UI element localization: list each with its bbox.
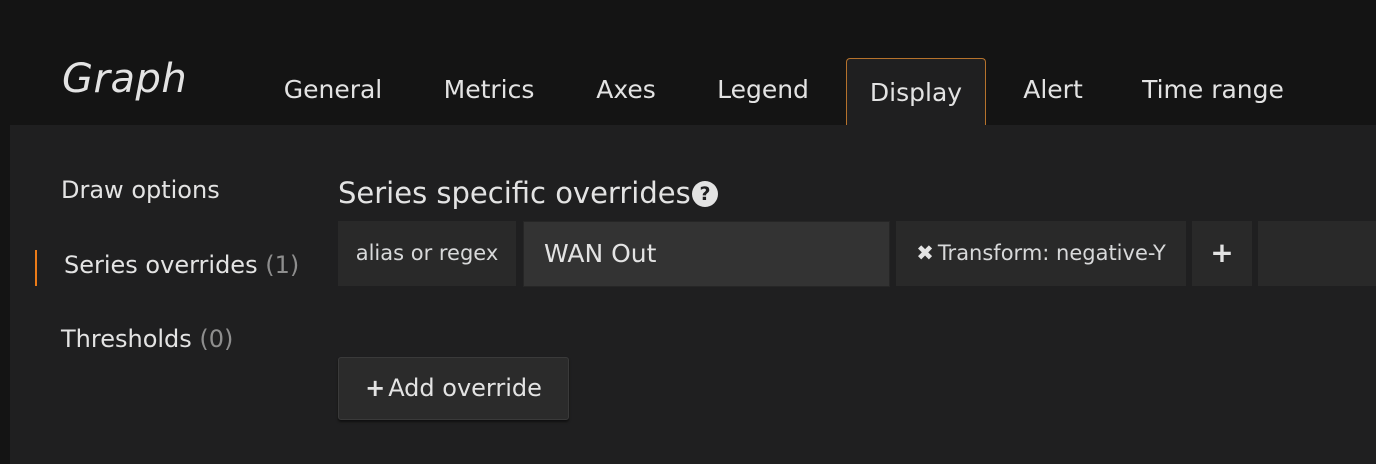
sidebar-item-thresholds[interactable]: Thresholds (0) (61, 325, 233, 353)
tab-display[interactable]: Display (846, 58, 986, 126)
sidebar-item-draw-options[interactable]: Draw options (61, 176, 220, 204)
remove-x-icon[interactable]: ✖ (916, 241, 934, 265)
tab-time-range[interactable]: Time range (1126, 58, 1300, 124)
plus-icon: + (365, 374, 386, 402)
sidebar-item-series-overrides[interactable]: Series overrides (1) (64, 251, 299, 279)
override-option-label: Transform: negative-Y (937, 241, 1166, 265)
add-override-button[interactable]: + Add override (338, 357, 569, 420)
panel-editor: Graph General Metrics Axes Legend Displa… (0, 0, 1376, 464)
add-override-label: Add override (388, 374, 542, 402)
tab-general[interactable]: General (266, 58, 400, 124)
tab-metrics[interactable]: Metrics (428, 58, 550, 124)
panel-type-title: Graph (62, 56, 188, 102)
sidebar-item-count: (1) (265, 251, 300, 279)
editor-header: Graph General Metrics Axes Legend Displa… (0, 0, 1376, 126)
sidebar-item-label: Series overrides (64, 251, 258, 279)
sidebar-item-label: Draw options (61, 176, 220, 204)
sidebar-item-count: (0) (199, 325, 234, 353)
alias-input[interactable]: WAN Out (523, 221, 890, 287)
override-row-filler (1258, 221, 1376, 286)
sidebar-active-indicator (35, 250, 37, 286)
tab-alert[interactable]: Alert (1008, 58, 1098, 124)
sidebar-item-label: Thresholds (61, 325, 192, 353)
add-override-option-button[interactable]: + (1192, 221, 1252, 286)
tab-legend[interactable]: Legend (702, 58, 824, 124)
question-circle-icon[interactable]: ? (692, 181, 718, 207)
section-title: Series specific overrides (338, 176, 691, 210)
alias-or-regex-label: alias or regex (338, 221, 516, 286)
tab-axes[interactable]: Axes (578, 58, 674, 124)
override-option-chip[interactable]: ✖ Transform: negative-Y (896, 221, 1186, 286)
